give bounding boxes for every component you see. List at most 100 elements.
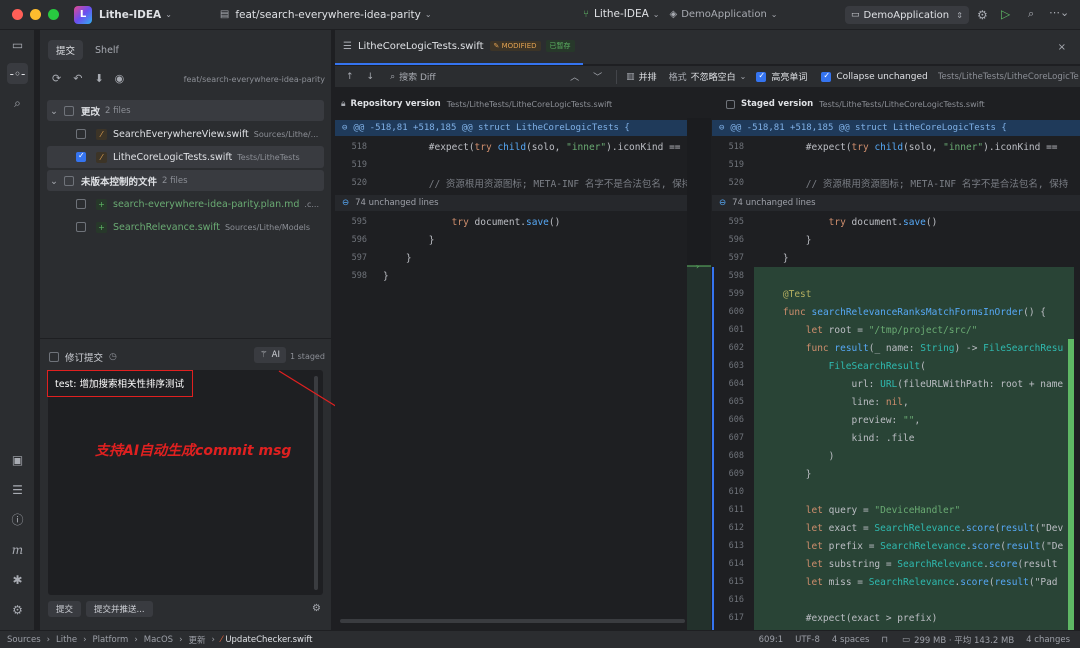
- horizontal-scrollbar[interactable]: [340, 619, 685, 623]
- line-text: try document.save(): [828, 216, 938, 228]
- breadcrumb-item[interactable]: Platform: [92, 635, 128, 645]
- memory-icon: ▭: [902, 634, 911, 645]
- close-icon[interactable]: ×: [1058, 42, 1066, 53]
- code-line[interactable]: 606 preview: "",: [712, 411, 1074, 429]
- diff-editor: ☰ LitheCoreLogicTests.swift ✎ MODIFIED 已…: [335, 30, 1080, 630]
- line-number: 595: [351, 217, 367, 227]
- code-line[interactable]: 598: [712, 267, 1074, 285]
- arrow-down-icon[interactable]: ↓: [367, 72, 375, 82]
- code-line[interactable]: 616: [712, 591, 1074, 609]
- line-number: 610: [728, 487, 744, 497]
- editor-tab-title: LitheCoreLogicTests.swift: [357, 40, 484, 52]
- code-line[interactable]: 602 func result(_ name: String) -> FileS…: [712, 339, 1074, 357]
- code-line[interactable]: 518 #expect(try child(solo, "inner").ico…: [712, 138, 1080, 156]
- breadcrumb-item[interactable]: UpdateChecker.swift: [225, 635, 312, 645]
- breadcrumb-separator: ›: [179, 634, 183, 645]
- line-text: }: [383, 234, 435, 246]
- breadcrumb-item[interactable]: Lithe: [56, 635, 77, 645]
- code-line[interactable]: 604 url: URL(fileURLWithPath: root + nam…: [712, 375, 1074, 393]
- fold-left[interactable]: ⊖ 74 unchanged lines: [335, 195, 687, 211]
- whitespace-dropdown[interactable]: 不忽略空白: [691, 70, 736, 83]
- lock-icon[interactable]: ⊓: [881, 635, 888, 645]
- right-pane-path: Tests/LitheTests/LitheCoreLogicTests.swi…: [819, 99, 985, 109]
- code-line[interactable]: 611 let query = "DeviceHandler": [712, 501, 1074, 519]
- editor-tab[interactable]: ☰ LitheCoreLogicTests.swift ✎ MODIFIED 已…: [335, 30, 583, 65]
- line-number: 615: [728, 577, 744, 587]
- unchanged-lines-label: 74 unchanged lines: [732, 198, 816, 208]
- code-line[interactable]: 608 ): [712, 447, 1074, 465]
- breadcrumb-item[interactable]: MacOS: [144, 635, 173, 645]
- code-line[interactable]: 519: [335, 156, 687, 174]
- collapse-icon[interactable]: ⊖: [342, 123, 347, 133]
- modified-badge: ✎ MODIFIED: [489, 41, 541, 51]
- code-line[interactable]: 610: [712, 483, 1074, 501]
- code-line[interactable]: 601 let root = "/tmp/project/src/": [712, 321, 1074, 339]
- hunk-header-text: @@ -518,81 +518,185 @@ struct LitheCoreL…: [730, 123, 1007, 133]
- changes-count[interactable]: 4 changes: [1026, 635, 1070, 645]
- code-line[interactable]: 598}: [335, 267, 687, 285]
- breadcrumb-item[interactable]: 更新: [188, 634, 205, 646]
- line-number: 612: [728, 523, 744, 533]
- diff-search-box[interactable]: ⌕ 搜索 Diff ︿ ﹀: [390, 69, 602, 85]
- code-line[interactable]: 615 let miss = SearchRelevance.score(res…: [712, 573, 1074, 591]
- code-line[interactable]: 595 try document.save(): [335, 213, 687, 231]
- line-number: 608: [728, 451, 744, 461]
- line-text: }: [383, 270, 389, 282]
- code-line[interactable]: 520 // 资源根用资源图标; META-INF 名字不是合法包名, 保持: [335, 174, 687, 192]
- breadcrumb-item[interactable]: Sources: [7, 635, 41, 645]
- side-by-side-toggle[interactable]: 并排: [639, 70, 657, 83]
- arrow-up-icon[interactable]: ↑: [346, 72, 354, 82]
- right-pane-header: Staged version Tests/LitheTests/LitheCor…: [724, 96, 1080, 112]
- line-number: 607: [728, 433, 744, 443]
- code-line[interactable]: 599 @Test: [712, 285, 1074, 303]
- line-number: 613: [728, 541, 744, 551]
- status-bar: Sources › Lithe › Platform › MacOS › 更新 › ⁄ UpdateC…: [0, 630, 1080, 648]
- code-line[interactable]: 520 // 资源根用资源图标; META-INF 名字不是合法包名, 保持: [712, 174, 1080, 192]
- chevron-up-icon[interactable]: ︿: [570, 70, 579, 83]
- fold-right[interactable]: ⊖ 74 unchanged lines: [712, 195, 1080, 211]
- chevron-down-icon[interactable]: ﹀: [593, 70, 602, 83]
- line-number: 609: [728, 469, 744, 479]
- line-text: let substring = SearchRelevance.score(re…: [805, 558, 1058, 570]
- highlight-words-checkbox[interactable]: [756, 71, 767, 82]
- collapse-unchanged-label: Collapse unchanged: [836, 71, 928, 82]
- code-line[interactable]: 613 let prefix = SearchRelevance.score(r…: [712, 537, 1074, 555]
- line-text: func result(_ name: String) -> FileSearc…: [805, 342, 1064, 354]
- highlight-words-label: 高亮单词: [771, 73, 808, 83]
- code-line[interactable]: 605 line: nil,: [712, 393, 1074, 411]
- line-number: 519: [728, 160, 744, 170]
- code-line[interactable]: 617 #expect(exact > prefix): [712, 609, 1074, 627]
- line-number: 605: [728, 397, 744, 407]
- code-line[interactable]: 518 #expect(try child(solo, "inner").ico…: [335, 138, 687, 156]
- collapse-icon[interactable]: ⊖: [719, 123, 724, 133]
- code-line[interactable]: 600 func searchRelevanceRanksMatchFormsI…: [712, 303, 1074, 321]
- line-number: 611: [728, 505, 744, 515]
- line-text: // 资源根用资源图标; META-INF 名字不是合法包名, 保持: [805, 179, 1069, 190]
- code-line[interactable]: 596 }: [712, 231, 1080, 249]
- code-line[interactable]: 597 }: [712, 249, 1080, 267]
- memory-usage[interactable]: 299 MB · 平均 143.2 MB: [914, 634, 1014, 646]
- code-line[interactable]: 607 kind: .file: [712, 429, 1074, 447]
- line-text: }: [760, 252, 789, 264]
- format-label: 格式: [668, 73, 687, 83]
- code-line[interactable]: 597 }: [335, 249, 687, 267]
- collapse-unchanged-checkbox[interactable]: [821, 71, 832, 82]
- line-number: 598: [351, 271, 367, 281]
- line-text: #expect(exact > prefix): [805, 612, 938, 624]
- line-text: let exact = SearchRelevance.score(result…: [805, 522, 1064, 534]
- code-line[interactable]: 614 let substring = SearchRelevance.scor…: [712, 555, 1074, 573]
- staged-checkbox[interactable]: [726, 99, 735, 109]
- code-line[interactable]: 519: [712, 156, 1080, 174]
- lock-icon: 🔒︎: [341, 99, 346, 109]
- line-number: 520: [728, 178, 744, 188]
- left-pane-header: 🔒︎ Repository version Tests/LitheTests/L…: [335, 96, 687, 112]
- code-line[interactable]: 612 let exact = SearchRelevance.score(re…: [712, 519, 1074, 537]
- encoding[interactable]: UTF-8: [795, 635, 820, 645]
- code-line[interactable]: 603 FileSearchResult(: [712, 357, 1074, 375]
- code-line[interactable]: 609 }: [712, 465, 1074, 483]
- code-line[interactable]: 596 }: [335, 231, 687, 249]
- cursor-position[interactable]: 609:1: [759, 635, 784, 645]
- code-line[interactable]: 595 try document.save(): [712, 213, 1080, 231]
- line-text: }: [760, 234, 812, 246]
- indent[interactable]: 4 spaces: [832, 635, 869, 645]
